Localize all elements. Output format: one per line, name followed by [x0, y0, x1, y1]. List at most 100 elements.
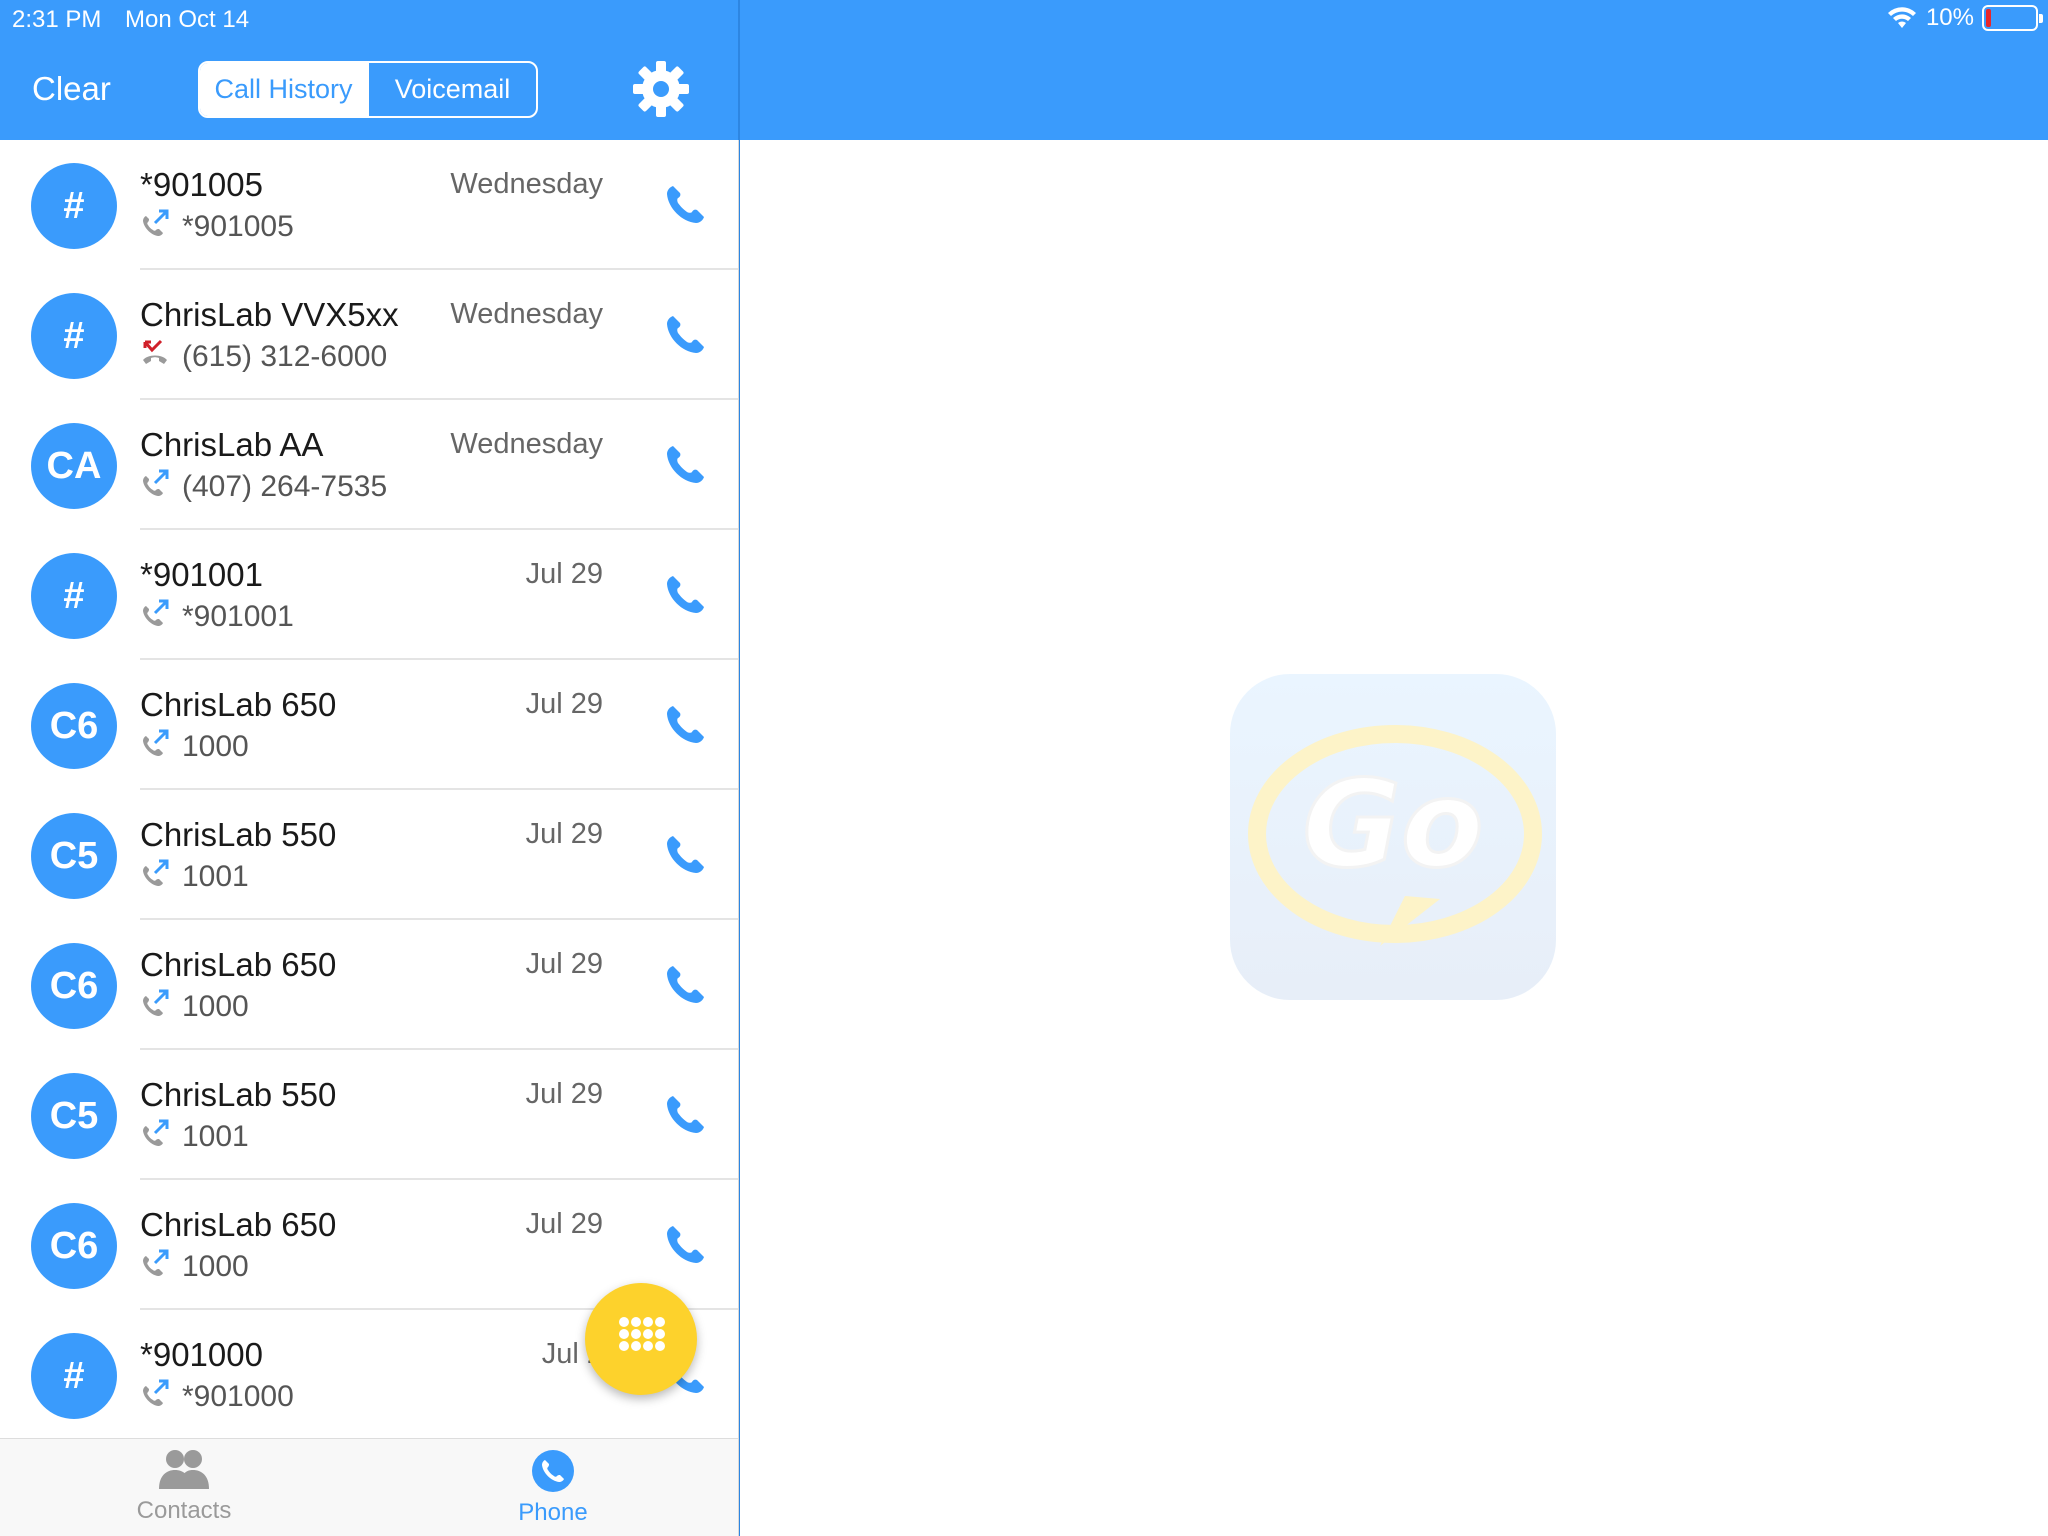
phone-call-icon[interactable] [664, 442, 708, 486]
outgoing-call-icon [140, 468, 170, 506]
history-voicemail-segmented-control: Call History Voicemail [198, 61, 538, 118]
logo-text: Go [1303, 756, 1484, 895]
battery-fill [1986, 9, 1991, 27]
call-date: Jul 29 [525, 948, 603, 980]
status-time: 2:31 PM [12, 6, 102, 33]
missed-call-icon [140, 338, 170, 376]
outgoing-call-icon [140, 728, 170, 766]
clear-button[interactable]: Clear [32, 70, 111, 108]
phone-call-icon[interactable] [664, 832, 708, 876]
outgoing-call-icon [140, 1118, 170, 1156]
call-date: Jul 29 [525, 558, 603, 590]
call-name: *901005 [140, 166, 263, 203]
call-date: Jul 29 [525, 1078, 603, 1110]
contact-avatar: # [31, 163, 117, 249]
dialpad-button[interactable] [585, 1283, 697, 1395]
call-date: Jul 29 [525, 1208, 603, 1240]
call-number: *901000 [182, 1380, 294, 1413]
call-date: Jul 29 [525, 818, 603, 850]
call-row[interactable]: C6 ChrisLab 650 1000 Jul 29 [0, 920, 738, 1050]
call-date: Wednesday [450, 168, 603, 200]
phone-call-icon[interactable] [664, 1092, 708, 1136]
call-name: *901001 [140, 556, 263, 593]
outgoing-call-icon [140, 858, 170, 896]
call-date: Wednesday [450, 298, 603, 330]
outgoing-call-icon [140, 1248, 170, 1286]
contact-avatar: CA [31, 423, 117, 509]
call-row[interactable]: # *901001 *901001 Jul 29 [0, 530, 738, 660]
call-number: (407) 264-7535 [182, 470, 388, 503]
contact-avatar: # [31, 553, 117, 639]
call-history-list: # *901005 *901005 Wednesday # ChrisLab V… [0, 140, 738, 1438]
app-logo: Go [1230, 674, 1556, 1000]
status-bar: 2:31 PM Mon Oct 14 10% [0, 0, 2048, 40]
call-number: 1000 [182, 730, 249, 763]
phone-call-icon[interactable] [664, 312, 708, 356]
contact-avatar: C5 [31, 1073, 117, 1159]
outgoing-call-icon [140, 1378, 170, 1416]
pane-divider-lower [738, 140, 739, 1536]
call-row[interactable]: C5 ChrisLab 550 1001 Jul 29 [0, 1050, 738, 1180]
call-row[interactable]: C5 ChrisLab 550 1001 Jul 29 [0, 790, 738, 920]
contact-avatar: C6 [31, 683, 117, 769]
go-logo-icon: Go [1248, 725, 1542, 946]
battery-icon [1982, 5, 2043, 31]
call-row[interactable]: # ChrisLab VVX5xx (615) 312-6000 Wednesd… [0, 270, 738, 400]
call-detail: 1000 [140, 1248, 249, 1286]
call-detail: (407) 264-7535 [140, 468, 387, 506]
tab-contacts-label: Contacts [136, 1497, 232, 1524]
wifi-icon [1887, 7, 1916, 28]
call-name: ChrisLab 650 [140, 686, 337, 723]
call-number: 1000 [182, 990, 249, 1023]
dialpad-icon [619, 1317, 665, 1351]
tab-bar: Contacts Phone [0, 1438, 738, 1536]
call-detail: *901005 [140, 208, 294, 246]
contact-avatar: # [31, 1333, 117, 1419]
call-row[interactable]: CA ChrisLab AA (407) 264-7535 Wednesday [0, 400, 738, 530]
gear-icon[interactable] [632, 60, 690, 118]
phone-tab-icon [532, 1450, 574, 1492]
phone-call-icon[interactable] [664, 1222, 708, 1266]
call-name: ChrisLab 650 [140, 1206, 337, 1243]
contact-avatar: C6 [31, 943, 117, 1029]
call-number: *901005 [182, 210, 294, 243]
contact-avatar: C5 [31, 813, 117, 899]
call-name: ChrisLab 550 [140, 816, 337, 853]
tab-call-history[interactable]: Call History [200, 63, 367, 116]
outgoing-call-icon [140, 988, 170, 1026]
tab-phone-label: Phone [518, 1499, 588, 1526]
tab-contacts[interactable]: Contacts [84, 1449, 284, 1525]
call-row[interactable]: # *901005 *901005 Wednesday [0, 140, 738, 270]
call-date: Wednesday [450, 428, 603, 460]
call-number: (615) 312-6000 [182, 340, 388, 373]
call-date: Jul 29 [525, 688, 603, 720]
outgoing-call-icon [140, 598, 170, 636]
outgoing-call-icon [140, 208, 170, 246]
call-detail: *901001 [140, 598, 294, 636]
contact-avatar: C6 [31, 1203, 117, 1289]
call-detail: 1001 [140, 1118, 249, 1156]
call-name: ChrisLab AA [140, 426, 324, 463]
call-detail: *901000 [140, 1378, 294, 1416]
contact-avatar: # [31, 293, 117, 379]
call-detail: (615) 312-6000 [140, 338, 387, 376]
phone-call-icon[interactable] [664, 572, 708, 616]
phone-call-icon[interactable] [664, 962, 708, 1006]
call-number: 1000 [182, 1250, 249, 1283]
phone-call-icon[interactable] [664, 702, 708, 746]
tab-voicemail[interactable]: Voicemail [367, 63, 536, 116]
call-detail: 1000 [140, 988, 249, 1026]
tab-phone[interactable]: Phone [453, 1449, 653, 1527]
call-name: ChrisLab 650 [140, 946, 337, 983]
contacts-icon [159, 1450, 209, 1489]
call-number: 1001 [182, 1120, 249, 1153]
call-detail: 1001 [140, 858, 249, 896]
call-detail: 1000 [140, 728, 249, 766]
battery-percent: 10% [1925, 4, 1974, 31]
call-row[interactable]: C6 ChrisLab 650 1000 Jul 29 [0, 660, 738, 790]
status-right: 10% [1886, 4, 2043, 32]
call-number: *901001 [182, 600, 294, 633]
call-name: ChrisLab 550 [140, 1076, 337, 1113]
phone-call-icon[interactable] [664, 182, 708, 226]
call-name: ChrisLab VVX5xx [140, 296, 399, 333]
